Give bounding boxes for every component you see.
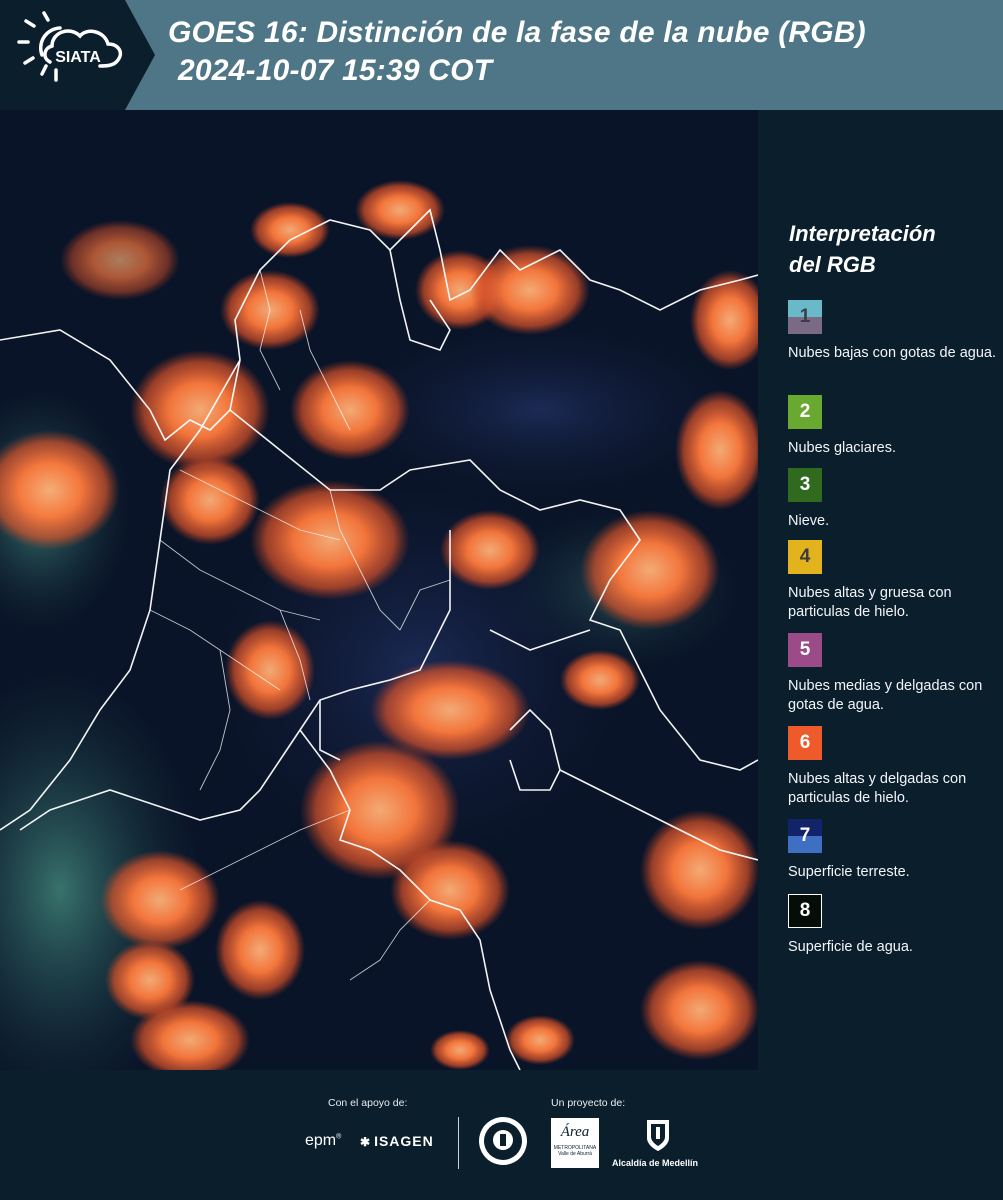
svg-text:SIATA: SIATA (55, 49, 101, 66)
legend-swatch-2: 2 (788, 395, 822, 429)
legend-swatch-4: 4 (788, 540, 822, 574)
legend-swatch-3: 3 (788, 468, 822, 502)
satellite-map (0, 110, 758, 1070)
header-bar: SIATA GOES 16: Distinción de la fase de … (0, 0, 1003, 110)
support-label: Con el apoyo de: (328, 1097, 408, 1109)
siata-logo: SIATA (0, 0, 155, 110)
isagen-logo: ✱ ISAGEN (360, 1133, 434, 1149)
page-title: GOES 16: Distinción de la fase de la nub… (168, 14, 866, 90)
legend-swatch-7: 7 (788, 819, 822, 853)
title-line1: GOES 16: Distinción de la fase de la nub… (168, 16, 866, 49)
legend-title: Interpretación del RGB (789, 221, 936, 277)
area-metropolitana-logo: Área METROPOLITANA Valle de Aburrá (551, 1118, 599, 1168)
legend-swatch-1: 1 (788, 300, 822, 334)
legend-swatch-8: 8 (788, 894, 822, 928)
seal-icon (478, 1116, 528, 1166)
legend-item-7: 7 Superficie terreste. (788, 819, 998, 882)
epm-logo: epm® (305, 1132, 342, 1149)
footer-divider (458, 1117, 459, 1169)
shield-icon (645, 1118, 671, 1152)
legend-item-6: 6 Nubes altas y delgadas con particulas … (788, 726, 998, 808)
project-label: Un proyecto de: (551, 1097, 626, 1109)
legend-item-3: 3 Nieve. (788, 468, 998, 531)
legend-item-8: 8 Superficie de agua. (788, 894, 998, 957)
isagen-star-icon: ✱ (360, 1135, 372, 1149)
legend-swatch-5: 5 (788, 633, 822, 667)
legend-swatch-6: 6 (788, 726, 822, 760)
alcaldia-medellin-label: Alcaldía de Medellín (612, 1158, 699, 1168)
legend-item-4: 4 Nubes altas y gruesa con particulas de… (788, 540, 998, 622)
legend-item-5: 5 Nubes medias y delgadas con gotas de a… (788, 633, 998, 715)
legend-panel: Interpretación del RGB 1 Nubes bajas con… (760, 110, 1003, 1070)
footer: Con el apoyo de: Un proyecto de: epm® ✱ I… (0, 1070, 1003, 1200)
title-timestamp: 2024-10-07 15:39 COT (178, 54, 493, 87)
legend-item-1: 1 Nubes bajas con gotas de agua. (788, 300, 998, 363)
satellite-image (0, 110, 758, 1070)
legend-item-2: 2 Nubes glaciares. (788, 395, 998, 458)
